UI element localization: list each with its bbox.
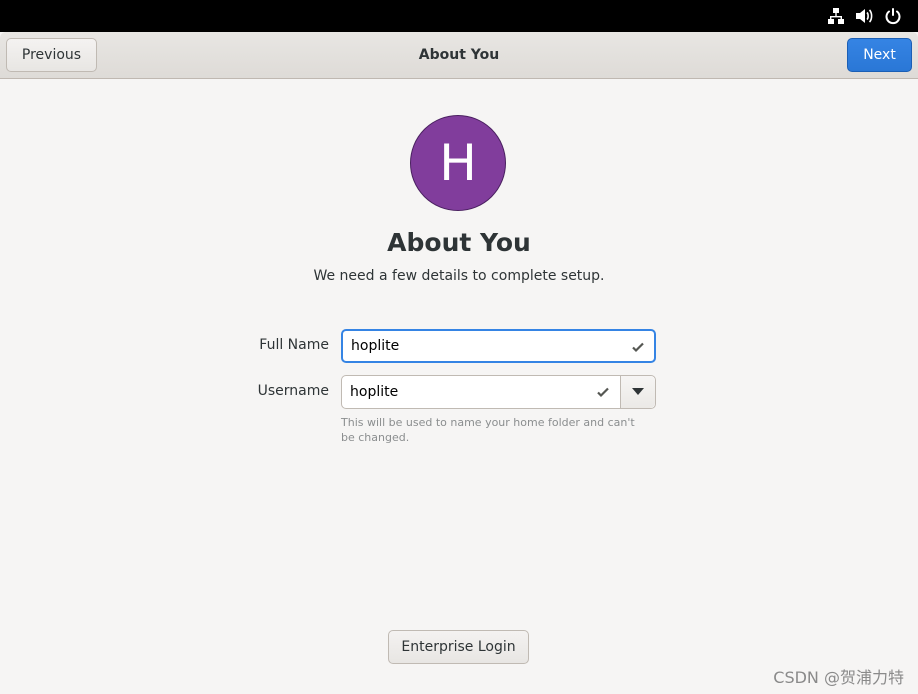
system-top-bar [0, 0, 918, 32]
volume-icon[interactable] [854, 6, 874, 26]
header-bar: Previous About You Next [0, 32, 918, 79]
username-field[interactable]: hoplite [341, 375, 656, 409]
network-icon[interactable] [826, 6, 846, 26]
avatar[interactable]: H [410, 115, 506, 211]
full-name-value: hoplite [351, 338, 400, 354]
watermark: CSDN @贺浦力特 [773, 668, 904, 687]
power-icon[interactable] [883, 6, 903, 26]
checkmark-icon [631, 340, 645, 354]
username-value: hoplite [350, 384, 399, 400]
enterprise-login-button[interactable]: Enterprise Login [388, 630, 529, 664]
page-subtitle: We need a few details to complete setup. [313, 268, 605, 284]
username-label: Username [257, 383, 329, 399]
full-name-field[interactable]: hoplite [341, 329, 656, 363]
page-title: About You [387, 228, 531, 257]
username-dropdown-button[interactable] [620, 376, 655, 408]
header-title: About You [418, 47, 500, 63]
chevron-down-icon [632, 384, 644, 400]
checkmark-icon [596, 385, 610, 399]
previous-button[interactable]: Previous [6, 38, 97, 72]
full-name-label: Full Name [259, 337, 329, 353]
next-button[interactable]: Next [847, 38, 912, 72]
username-hint: This will be used to name your home fold… [341, 416, 635, 444]
